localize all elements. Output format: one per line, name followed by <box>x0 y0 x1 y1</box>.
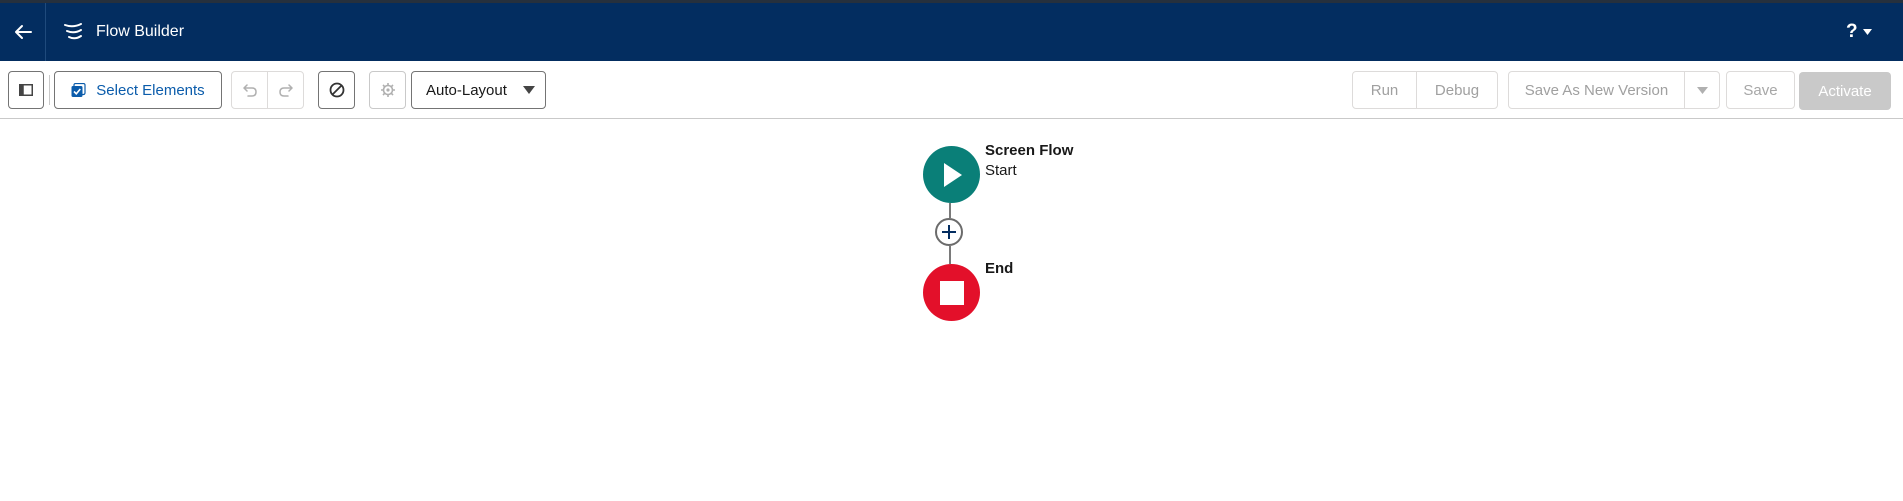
toggle-panel-icon <box>19 84 33 96</box>
no-entry-icon <box>329 82 344 98</box>
toolbar-divider <box>49 75 50 105</box>
chevron-down-icon <box>1696 86 1708 94</box>
end-node[interactable] <box>923 264 980 321</box>
save-version-group: Save As New Version <box>1508 71 1720 109</box>
end-node-title: End <box>985 260 1014 277</box>
chevron-down-icon <box>1862 29 1872 35</box>
save-as-new-version-button[interactable]: Save As New Version <box>1509 72 1684 108</box>
run-button[interactable]: Run <box>1353 72 1416 108</box>
undo-redo-group <box>231 71 304 109</box>
stop-icon <box>939 280 964 305</box>
start-node-title: Screen Flow <box>985 142 1074 159</box>
select-elements-button[interactable]: Select Elements <box>54 71 222 109</box>
app-title: Flow Builder <box>96 23 185 40</box>
disable-button[interactable] <box>318 71 355 109</box>
chevron-down-icon <box>523 86 535 94</box>
connector-line <box>949 203 951 218</box>
back-arrow-icon <box>14 25 32 39</box>
layout-select-value: Auto-Layout <box>426 81 507 99</box>
start-node-subtitle: Start <box>985 162 1017 179</box>
toolbar: Select Elements Auto-Layout Run Debug Sa… <box>0 61 1903 119</box>
activate-button[interactable]: Activate <box>1799 72 1891 110</box>
add-element-button[interactable] <box>935 218 963 246</box>
save-button[interactable]: Save <box>1726 71 1795 109</box>
play-icon <box>943 162 962 187</box>
back-button[interactable] <box>0 3 45 61</box>
help-menu-button[interactable]: ? <box>1846 17 1872 47</box>
select-elements-label: Select Elements <box>96 81 205 99</box>
debug-button[interactable]: Debug <box>1416 72 1497 108</box>
settings-button[interactable] <box>369 71 406 109</box>
run-debug-group: Run Debug <box>1352 71 1498 109</box>
checkbox-select-icon <box>71 82 86 97</box>
plus-icon <box>942 225 956 239</box>
redo-icon <box>278 84 293 97</box>
undo-button[interactable] <box>232 72 267 108</box>
start-node[interactable] <box>923 146 980 203</box>
connector-line <box>949 246 951 264</box>
save-options-button[interactable] <box>1684 72 1719 108</box>
undo-icon <box>242 84 257 97</box>
app-header: Flow Builder ? <box>0 3 1903 61</box>
redo-button[interactable] <box>267 72 303 108</box>
gear-icon <box>380 83 395 97</box>
help-icon: ? <box>1846 21 1858 42</box>
flow-canvas[interactable]: Screen Flow Start End <box>0 120 1903 501</box>
toggle-panel-button[interactable] <box>8 71 44 109</box>
header-divider <box>45 3 46 61</box>
layout-select[interactable]: Auto-Layout <box>411 71 546 109</box>
flow-app-icon <box>64 23 82 40</box>
